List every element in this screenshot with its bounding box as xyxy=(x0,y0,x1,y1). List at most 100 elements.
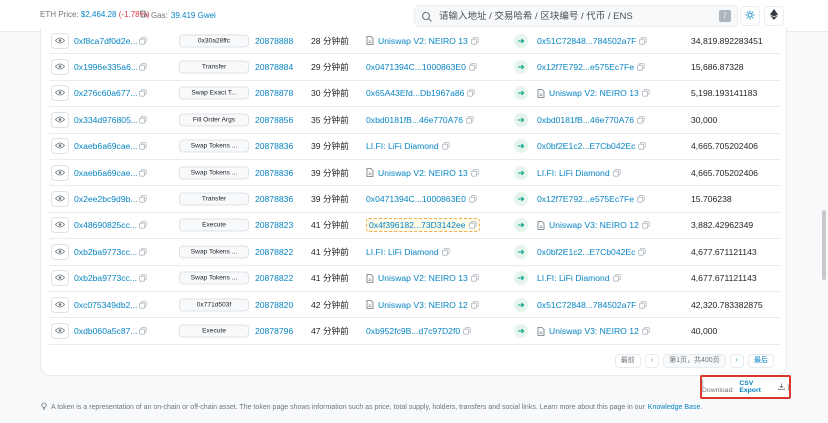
next-page-button[interactable]: › xyxy=(729,354,744,368)
txn-hash-link[interactable]: 0x48690825cc... xyxy=(74,220,137,230)
txn-hash-link[interactable]: 0x276c60a677... xyxy=(74,88,138,98)
copy-icon[interactable] xyxy=(470,274,479,282)
block-link[interactable]: 20878823 xyxy=(255,220,293,230)
to-address-label[interactable]: Uniswap V3: NEIRO 12 xyxy=(549,220,639,230)
block-link[interactable]: 20878856 xyxy=(255,115,293,125)
from-address-label[interactable]: Uniswap V2: NEIRO 13 xyxy=(378,36,468,46)
to-address-label[interactable]: 0x12f7E792...e575Ec7Fe xyxy=(537,62,634,72)
from-address-label[interactable]: LI.FI: LiFi Diamond xyxy=(366,141,439,151)
copy-icon[interactable] xyxy=(467,89,476,98)
to-address-label[interactable]: 0x0bf2E1c2...E7Cb042Ec xyxy=(537,141,635,151)
from-address[interactable]: Uniswap V2: NEIRO 13 xyxy=(366,168,479,178)
to-address-label[interactable]: 0x0bf2E1c2...E7Cb042Ec xyxy=(537,247,635,257)
txn-hash-link[interactable]: 0x1996e335a6... xyxy=(74,62,138,72)
view-details-button[interactable] xyxy=(51,296,69,313)
from-address[interactable]: Uniswap V3: NEIRO 12 xyxy=(366,300,479,310)
block-link[interactable]: 20878820 xyxy=(255,300,293,310)
copy-icon[interactable] xyxy=(139,195,147,203)
theme-toggle-button[interactable] xyxy=(740,6,760,26)
copy-icon[interactable] xyxy=(638,142,647,150)
view-details-button[interactable] xyxy=(51,138,69,155)
to-address[interactable]: Uniswap V2: NEIRO 13 xyxy=(537,88,650,98)
search-input[interactable] xyxy=(439,10,709,22)
from-address[interactable]: 0x4f396182...73D3142ee xyxy=(366,218,480,233)
copy-icon[interactable] xyxy=(638,248,647,256)
copy-icon[interactable] xyxy=(612,274,621,282)
block-link[interactable]: 20878836 xyxy=(255,168,293,178)
view-details-button[interactable] xyxy=(51,164,69,181)
last-page-button[interactable]: 最后 xyxy=(748,354,774,368)
to-address[interactable]: 0x12f7E792...e575Ec7Fe xyxy=(537,62,645,72)
from-address-label[interactable]: 0xb952fc9B...d7c97D2f0 xyxy=(366,326,460,336)
copy-icon[interactable] xyxy=(139,89,147,98)
copy-icon[interactable] xyxy=(470,168,479,177)
view-details-button[interactable] xyxy=(51,323,69,340)
copy-icon[interactable] xyxy=(139,221,147,230)
from-address[interactable]: 0x0471394C...1000863E0 xyxy=(366,194,477,204)
from-address-label[interactable]: LI.FI: LiFi Diamond xyxy=(366,247,439,257)
block-link[interactable]: 20878822 xyxy=(255,247,293,257)
to-address[interactable]: LI.FI: LiFi Diamond xyxy=(537,273,621,283)
copy-icon[interactable] xyxy=(139,142,147,150)
txn-hash-link[interactable]: 0xaeb6a69cae... xyxy=(74,168,138,178)
copy-icon[interactable] xyxy=(470,300,479,309)
from-address[interactable]: 0xb952fc9B...d7c97D2f0 xyxy=(366,326,471,336)
copy-icon[interactable] xyxy=(612,168,621,177)
to-address-label[interactable]: Uniswap V3: NEIRO 12 xyxy=(549,326,639,336)
view-details-button[interactable] xyxy=(51,217,69,234)
txn-hash-link[interactable]: 0xdb060a5c87... xyxy=(74,326,138,336)
copy-icon[interactable] xyxy=(639,36,647,45)
from-address-label[interactable]: 0xbd0181fB...46e770A76 xyxy=(366,115,463,125)
block-link[interactable]: 20878888 xyxy=(255,36,293,46)
from-address[interactable]: 0x0471394C...1000863E0 xyxy=(366,62,477,72)
from-address[interactable]: LI.FI: LiFi Diamond xyxy=(366,247,450,257)
csv-export-link[interactable]: CSV Export xyxy=(739,380,776,394)
copy-icon[interactable] xyxy=(466,116,474,124)
to-address[interactable]: LI.FI: LiFi Diamond xyxy=(537,168,621,178)
txn-hash-link[interactable]: 0xaeb6a69cae... xyxy=(74,141,138,151)
copy-icon[interactable] xyxy=(470,36,479,45)
page-scrollbar[interactable] xyxy=(822,210,826,280)
copy-icon[interactable] xyxy=(637,63,645,71)
block-link[interactable]: 20878884 xyxy=(255,62,293,72)
copy-icon[interactable] xyxy=(139,63,147,71)
copy-icon[interactable] xyxy=(641,327,650,335)
to-address[interactable]: 0x0bf2E1c2...E7Cb042Ec xyxy=(537,141,647,151)
block-link[interactable]: 20878836 xyxy=(255,141,293,151)
copy-icon[interactable] xyxy=(139,116,147,124)
to-address-label[interactable]: 0x12f7E792...e575Ec7Fe xyxy=(537,194,634,204)
to-address-label[interactable]: Uniswap V2: NEIRO 13 xyxy=(549,88,639,98)
copy-icon[interactable] xyxy=(139,327,147,335)
prev-page-button[interactable]: ‹ xyxy=(644,354,660,368)
txn-hash-link[interactable]: 0x2ee2bc9d9b... xyxy=(74,194,138,204)
to-address[interactable]: Uniswap V3: NEIRO 12 xyxy=(537,220,650,230)
view-details-button[interactable] xyxy=(51,270,69,287)
txn-hash-link[interactable]: 0xf8ca7df0d2e... xyxy=(74,36,138,46)
txn-hash-link[interactable]: 0xb2ba9773cc... xyxy=(74,247,137,257)
from-address-label[interactable]: Uniswap V2: NEIRO 13 xyxy=(378,168,468,178)
from-address-label[interactable]: Uniswap V3: NEIRO 12 xyxy=(378,300,468,310)
network-button[interactable] xyxy=(764,6,784,26)
copy-icon[interactable] xyxy=(139,168,147,177)
view-details-button[interactable] xyxy=(51,59,69,76)
txn-hash-link[interactable]: 0xc075349db2... xyxy=(74,300,138,310)
view-details-button[interactable] xyxy=(51,191,69,208)
to-address[interactable]: 0x0bf2E1c2...E7Cb042Ec xyxy=(537,247,647,257)
copy-icon[interactable] xyxy=(469,195,477,203)
to-address-label[interactable]: LI.FI: LiFi Diamond xyxy=(537,168,610,178)
block-link[interactable]: 20878836 xyxy=(255,194,293,204)
gas-value[interactable]: 39.419 Gwei xyxy=(171,11,216,20)
from-address-label[interactable]: 0x0471394C...1000863E0 xyxy=(366,194,466,204)
to-address[interactable]: 0x51C72848...784502a7F xyxy=(537,36,647,46)
from-address[interactable]: 0xbd0181fB...46e770A76 xyxy=(366,115,474,125)
to-address[interactable]: Uniswap V3: NEIRO 12 xyxy=(537,326,650,336)
to-address-label[interactable]: 0x51C72848...784502a7F xyxy=(537,36,636,46)
copy-icon[interactable] xyxy=(641,221,650,230)
view-details-button[interactable] xyxy=(51,85,69,102)
copy-icon[interactable] xyxy=(139,248,147,256)
to-address-label[interactable]: 0xbd0181fB...46e770A76 xyxy=(537,115,634,125)
copy-icon[interactable] xyxy=(639,300,647,309)
copy-icon[interactable] xyxy=(641,89,650,98)
from-address[interactable]: Uniswap V2: NEIRO 13 xyxy=(366,36,479,46)
view-details-button[interactable] xyxy=(51,32,69,49)
